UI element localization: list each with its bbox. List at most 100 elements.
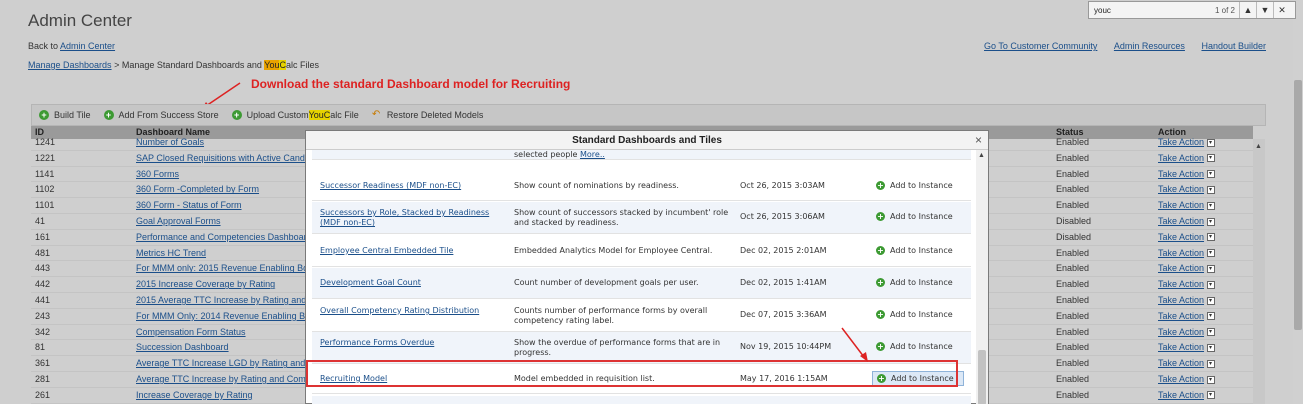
take-action-link[interactable]: Take Action	[1158, 153, 1204, 163]
find-close-button[interactable]: ✕	[1273, 2, 1290, 18]
add-to-instance-button[interactable]: + Add to Instance	[872, 243, 964, 258]
take-action-link[interactable]: Take Action	[1158, 248, 1204, 258]
dialog-scrollbar-thumb[interactable]	[978, 350, 986, 404]
breadcrumb-manage-dashboards[interactable]: Manage Dashboards	[28, 60, 112, 70]
chevron-down-icon[interactable]: ▾	[1206, 344, 1215, 353]
row-status: Enabled	[1056, 326, 1090, 337]
scroll-up-icon[interactable]: ▲	[978, 152, 985, 159]
add-to-instance-label: Add to Instance	[890, 212, 953, 221]
add-from-success-store-button[interactable]: + Add From Success Store	[103, 110, 219, 120]
row-id: 1141	[35, 168, 55, 179]
row-status: Enabled	[1056, 310, 1090, 321]
row-dashboard-name-link[interactable]: 2015 Average TTC Increase by Rating and …	[136, 295, 306, 305]
row-id: 442	[35, 279, 51, 290]
add-to-instance-button[interactable]: + Add to Instance	[872, 275, 964, 290]
model-name-link[interactable]: Successor Readiness (MDF non-EC)	[320, 181, 500, 191]
find-bar: youc 1 of 2 ▲ ▼ ✕	[1088, 1, 1296, 19]
row-status: Disabled	[1056, 231, 1092, 242]
model-name-link[interactable]: Successors by Role, Stacked by Readiness…	[320, 208, 500, 228]
chevron-down-icon[interactable]: ▾	[1206, 249, 1215, 258]
restore-deleted-models-button[interactable]: ↶ Restore Deleted Models	[371, 109, 484, 121]
add-to-instance-button[interactable]: + Add to Instance	[872, 209, 964, 224]
take-action-link[interactable]: Take Action	[1158, 342, 1204, 352]
row-dashboard-name-link[interactable]: Metrics HC Trend	[136, 248, 306, 258]
row-dashboard-name-link[interactable]: Increase Coverage by Rating	[136, 390, 306, 400]
chevron-down-icon[interactable]: ▾	[1206, 328, 1215, 337]
find-next-button[interactable]: ▼	[1256, 2, 1273, 18]
add-to-instance-label: Add to Instance	[890, 342, 953, 351]
row-dashboard-name-link[interactable]: Succession Dashboard	[136, 342, 306, 352]
take-action-link[interactable]: Take Action	[1158, 263, 1204, 273]
table-scrollbar[interactable]: ▲	[1253, 139, 1265, 404]
restore-icon: ↶	[371, 109, 381, 120]
chevron-down-icon[interactable]: ▾	[1206, 296, 1215, 305]
model-name-link[interactable]: Performance Forms Overdue	[320, 338, 500, 348]
upload-custom-youcalc-button[interactable]: + Upload Custom You Calc File	[231, 110, 359, 120]
model-date: Dec 07, 2015 3:36AM	[740, 310, 827, 319]
row-dashboard-name-link[interactable]: Performance and Competencies Dashboard	[136, 232, 306, 242]
chevron-down-icon[interactable]: ▾	[1206, 375, 1215, 384]
row-dashboard-name-link[interactable]: Average TTC Increase LGD by Rating and C…	[136, 358, 306, 368]
customer-community-link[interactable]: Go To Customer Community	[984, 41, 1097, 51]
dialog-close-button[interactable]: ×	[975, 133, 982, 147]
model-name-link[interactable]: Overall Competency Rating Distribution	[320, 306, 500, 316]
model-name-link[interactable]: Employee Central Embedded Tile	[320, 246, 500, 256]
take-action-link[interactable]: Take Action	[1158, 200, 1204, 210]
chevron-down-icon[interactable]: ▾	[1206, 201, 1215, 210]
dialog-scrollbar[interactable]: ▲	[976, 150, 988, 404]
build-tile-button[interactable]: + Build Tile	[39, 110, 91, 120]
take-action-link[interactable]: Take Action	[1158, 279, 1204, 289]
row-dashboard-name-link[interactable]: 360 Forms	[136, 169, 306, 179]
chevron-down-icon[interactable]: ▾	[1206, 154, 1215, 163]
add-to-instance-button[interactable]: + Add to Instance	[872, 178, 964, 193]
take-action-link[interactable]: Take Action	[1158, 327, 1204, 337]
chevron-down-icon[interactable]: ▾	[1206, 265, 1215, 274]
add-to-instance-button[interactable]: + Add to Instance	[872, 307, 964, 322]
take-action-link[interactable]: Take Action	[1158, 216, 1204, 226]
chevron-down-icon[interactable]: ▾	[1206, 391, 1215, 400]
model-name-link[interactable]: Development Goal Count	[320, 278, 500, 288]
row-dashboard-name-link[interactable]: 2015 Increase Coverage by Rating	[136, 279, 306, 289]
row-dashboard-name-link[interactable]: 360 Form -Completed by Form	[136, 184, 306, 194]
take-action-link[interactable]: Take Action	[1158, 311, 1204, 321]
take-action-link[interactable]: Take Action	[1158, 295, 1204, 305]
chevron-down-icon[interactable]: ▾	[1206, 359, 1215, 368]
page-scrollbar-thumb[interactable]	[1294, 80, 1302, 330]
row-dashboard-name-link[interactable]: For MMM Only: 2014 Revenue Enabling Bonu	[136, 311, 306, 321]
take-action-link[interactable]: Take Action	[1158, 390, 1204, 400]
handout-builder-link[interactable]: Handout Builder	[1201, 41, 1266, 51]
restore-label: Restore Deleted Models	[386, 110, 484, 120]
row-dashboard-name-link[interactable]: Average TTC Increase by Rating and Compa	[136, 374, 306, 384]
find-input[interactable]: youc	[1089, 6, 1201, 15]
row-id: 81	[35, 342, 46, 353]
chevron-down-icon[interactable]: ▾	[1206, 280, 1215, 289]
chevron-down-icon[interactable]: ▾	[1206, 138, 1215, 147]
more-link[interactable]: More..	[580, 150, 605, 159]
back-to-admin-center-link[interactable]: Admin Center	[60, 41, 115, 51]
admin-resources-link[interactable]: Admin Resources	[1114, 41, 1185, 51]
page-scrollbar[interactable]	[1293, 0, 1303, 404]
find-prev-button[interactable]: ▲	[1239, 2, 1256, 18]
back-prefix: Back to	[28, 41, 61, 51]
row-dashboard-name-link[interactable]: Compensation Form Status	[136, 327, 306, 337]
take-action-link[interactable]: Take Action	[1158, 184, 1204, 194]
chevron-down-icon[interactable]: ▾	[1206, 217, 1215, 226]
chevron-down-icon[interactable]: ▾	[1206, 170, 1215, 179]
row-dashboard-name-link[interactable]: For MMM only: 2015 Revenue Enabling Bonu	[136, 263, 306, 273]
take-action-link[interactable]: Take Action	[1158, 137, 1204, 147]
take-action-link[interactable]: Take Action	[1158, 374, 1204, 384]
chevron-down-icon[interactable]: ▾	[1206, 312, 1215, 321]
add-to-instance-button[interactable]: + Add to Instance	[872, 339, 964, 354]
row-dashboard-name-link[interactable]: SAP Closed Requisitions with Active Cand…	[136, 153, 306, 163]
row-status: Enabled	[1056, 168, 1090, 179]
take-action-link[interactable]: Take Action	[1158, 169, 1204, 179]
row-dashboard-name-link[interactable]: Goal Approval Forms	[136, 216, 306, 226]
scroll-up-icon[interactable]: ▲	[1255, 143, 1262, 150]
take-action-link[interactable]: Take Action	[1158, 358, 1204, 368]
row-dashboard-name-link[interactable]: Number of Goals	[136, 137, 306, 147]
chevron-down-icon[interactable]: ▾	[1206, 233, 1215, 242]
take-action-link[interactable]: Take Action	[1158, 232, 1204, 242]
row-dashboard-name-link[interactable]: 360 Form - Status of Form	[136, 200, 306, 210]
chevron-down-icon[interactable]: ▾	[1206, 186, 1215, 195]
model-date: Dec 02, 2015 1:41AM	[740, 278, 827, 287]
